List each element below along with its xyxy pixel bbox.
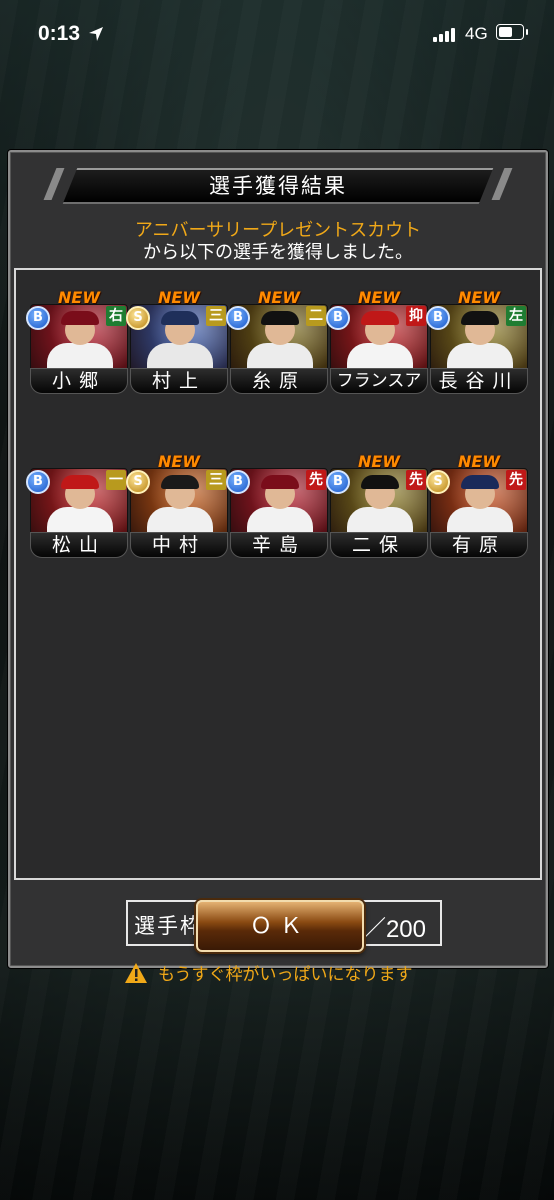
position-badge: 抑	[406, 306, 426, 326]
player-name: 辛島	[230, 532, 328, 558]
status-time: 0:13	[38, 22, 81, 45]
player-card[interactable]: 二保 B 先 NEW	[326, 452, 428, 558]
player-name: 松山	[30, 532, 128, 558]
signal-strength-icon	[433, 28, 459, 42]
rank-badge: B	[326, 470, 350, 494]
new-badge: NEW	[458, 452, 500, 471]
capacity-warning: もうすぐ枠がいっぱいになります	[124, 960, 464, 986]
player-card[interactable]: 小郷 B 右 NEW	[26, 288, 128, 394]
network-type: 4G	[465, 24, 488, 43]
result-dialog: 選手獲得結果 アニバーサリープレゼントスカウト から以下の選手を獲得しました。 …	[8, 150, 548, 985]
position-badge: 先	[306, 470, 326, 490]
warning-text: もうすぐ枠がいっぱいになります	[158, 965, 413, 985]
player-card[interactable]: 辛島 B 先	[226, 454, 328, 558]
rank-badge: B	[426, 306, 450, 330]
rank-badge: S	[426, 470, 450, 494]
player-name: 有原	[430, 532, 528, 558]
player-card[interactable]: 中村 S 三 NEW	[126, 452, 228, 558]
new-badge: NEW	[458, 288, 500, 307]
player-card[interactable]: 長谷川 B 左 NEW	[426, 288, 528, 394]
player-name: 村上	[130, 368, 228, 394]
player-card[interactable]: 松山 B 一	[26, 454, 128, 558]
player-card[interactable]: 有原 S 先 NEW	[426, 452, 528, 558]
dialog-title: 選手獲得結果	[209, 174, 347, 198]
status-bar: 0:13 4G	[0, 0, 554, 70]
player-name: フランスア	[330, 368, 428, 394]
player-name: 長谷川	[430, 368, 528, 394]
rank-badge: B	[226, 306, 250, 330]
player-name: 二保	[330, 532, 428, 558]
position-badge: 先	[406, 470, 426, 490]
player-card[interactable]: フランスア B 抑 NEW	[326, 288, 428, 394]
position-badge: 三	[206, 470, 226, 490]
rank-badge: S	[126, 306, 150, 330]
new-badge: NEW	[158, 452, 200, 471]
player-name: 小郷	[30, 368, 128, 394]
acquired-message: から以下の選手を獲得しました。	[143, 242, 413, 263]
player-name: 中村	[130, 532, 228, 558]
position-badge: 右	[106, 306, 126, 326]
rank-badge: B	[326, 306, 350, 330]
new-badge: NEW	[58, 288, 100, 307]
player-name: 糸原	[230, 368, 328, 394]
rank-badge: B	[26, 470, 50, 494]
warning-icon	[125, 963, 147, 983]
position-badge: 一	[106, 470, 126, 490]
position-badge: 三	[206, 306, 226, 326]
location-arrow-icon	[89, 27, 103, 41]
rank-badge: B	[26, 306, 50, 330]
position-badge: 左	[506, 306, 526, 326]
rank-badge: S	[126, 470, 150, 494]
rank-badge: B	[226, 470, 250, 494]
position-badge: 二	[306, 306, 326, 326]
new-badge: NEW	[258, 288, 300, 307]
new-badge: NEW	[158, 288, 200, 307]
new-badge: NEW	[358, 452, 400, 471]
battery-icon	[496, 24, 528, 40]
player-list-panel: 小郷 B 右 NEW 村上 S 三 NEW 糸原 B 二 NEW フランスア B 抑 NEW 長谷川 B 左 NEW 松…	[14, 268, 542, 985]
new-badge: NEW	[358, 288, 400, 307]
position-badge: 先	[506, 470, 526, 490]
player-card[interactable]: 村上 S 三 NEW	[126, 288, 228, 394]
ok-button[interactable]: ＯＫ	[196, 900, 364, 952]
player-card[interactable]: 糸原 B 二 NEW	[226, 288, 328, 394]
